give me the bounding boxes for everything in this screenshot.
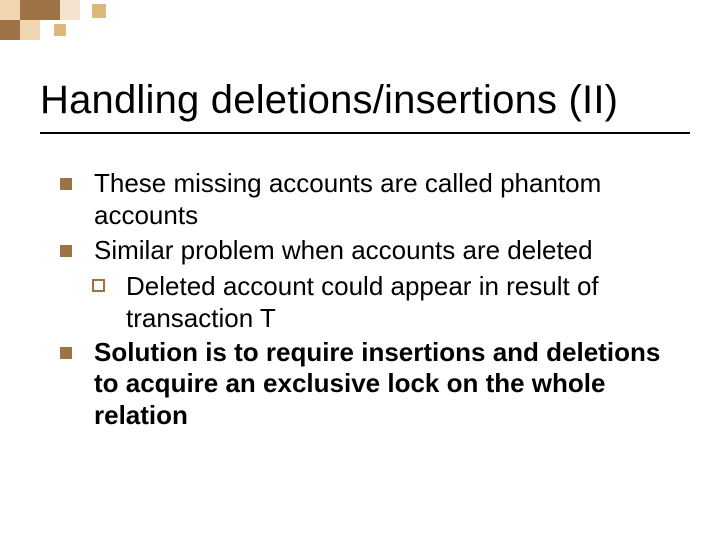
square-bullet-icon: [60, 245, 72, 257]
sub-bullet-text: Deleted account could appear in result o…: [126, 271, 599, 333]
bullet-text: Similar problem when accounts are delete…: [94, 235, 593, 265]
bullet-item: Solution is to require insertions and de…: [60, 337, 670, 432]
deco-square-icon: [0, 0, 20, 20]
deco-square-icon: [92, 4, 106, 18]
square-bullet-icon: [60, 178, 72, 190]
sub-bullet-item: Deleted account could appear in result o…: [92, 271, 670, 334]
slide-title: Handling deletions/insertions (II): [40, 78, 680, 123]
deco-square-icon: [40, 0, 60, 20]
deco-square-icon: [60, 0, 80, 20]
deco-square-icon: [54, 24, 66, 36]
title-underline: [40, 132, 690, 134]
bullet-text: These missing accounts are called phanto…: [94, 168, 601, 230]
square-bullet-icon: [60, 347, 72, 359]
bullet-item: These missing accounts are called phanto…: [60, 168, 670, 231]
deco-square-icon: [0, 20, 20, 40]
hollow-square-bullet-icon: [92, 279, 105, 292]
slide-body: These missing accounts are called phanto…: [60, 168, 670, 436]
bullet-text: Solution is to require insertions and de…: [94, 337, 660, 430]
deco-square-icon: [20, 0, 40, 20]
bullet-item: Similar problem when accounts are delete…: [60, 235, 670, 267]
corner-decoration: [0, 0, 180, 40]
deco-square-icon: [20, 20, 40, 40]
slide: Handling deletions/insertions (II) These…: [0, 0, 720, 540]
